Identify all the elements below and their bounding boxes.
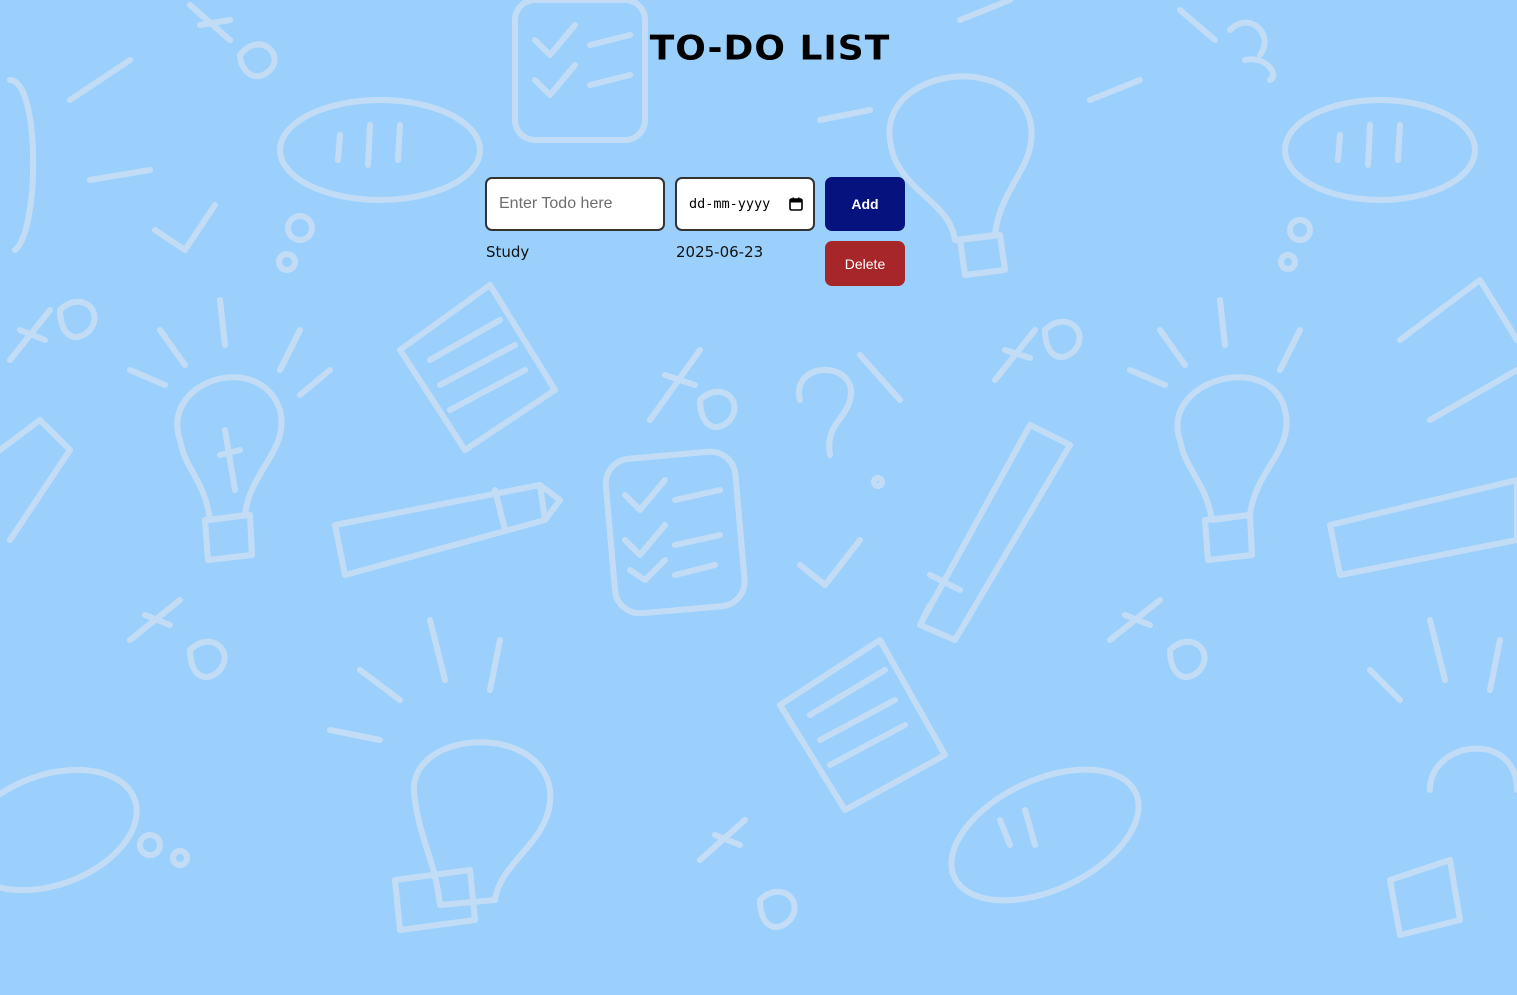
todo-item-date: 2025-06-23 [676,243,764,261]
add-button[interactable]: Add [825,177,905,231]
delete-button[interactable]: Delete [825,241,905,286]
doodle-background [0,0,1517,938]
date-input[interactable]: dd-mm-yyyy [675,177,815,231]
date-placeholder: dd-mm-yyyy [689,196,771,212]
calendar-icon[interactable] [789,197,803,211]
todo-input[interactable] [485,177,665,231]
page-title: To-Do List [649,29,891,68]
todo-item-name: Study [486,243,530,261]
